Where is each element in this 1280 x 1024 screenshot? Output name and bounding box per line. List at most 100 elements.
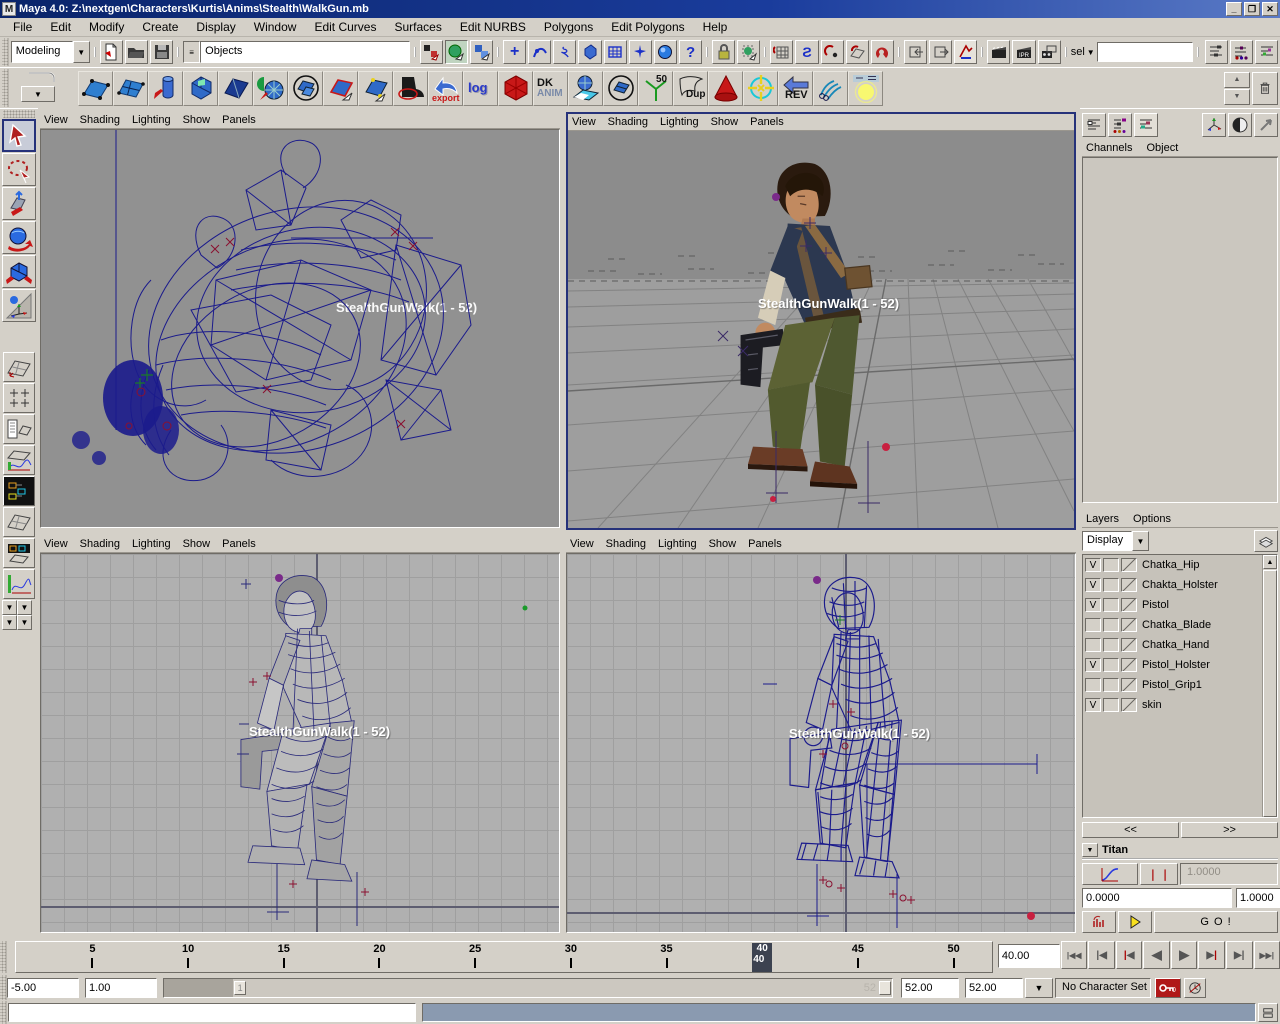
layer-playback-toggle[interactable] [1103, 698, 1119, 712]
shelf-dkanim-icon[interactable]: DKANIM [533, 71, 568, 106]
range-slider[interactable]: 1 52 [163, 978, 893, 998]
create-layer-button[interactable] [1254, 530, 1278, 552]
layer-color-swatch[interactable] [1121, 618, 1137, 632]
viewport-menu-item[interactable]: Shading [606, 537, 654, 551]
layer-visibility-toggle[interactable]: V [1085, 578, 1101, 592]
layer-color-swatch[interactable] [1121, 598, 1137, 612]
layer-mode-combo[interactable]: Display ▼ [1082, 531, 1149, 551]
layout-hypergraph-button[interactable] [3, 476, 35, 506]
scrollbar-thumb[interactable] [1263, 570, 1277, 817]
shelf-select-face-icon[interactable] [323, 71, 358, 106]
titan-collapse-icon[interactable]: ▼ [1082, 843, 1098, 857]
command-line-input[interactable] [8, 1003, 416, 1022]
time-slider[interactable]: 51015202530354045504040 [15, 941, 993, 973]
layer-playback-toggle[interactable] [1103, 658, 1119, 672]
construction-history-button[interactable] [954, 40, 977, 64]
auto-keyframe-button[interactable]: 0 [1155, 978, 1181, 998]
menu-item[interactable]: Display [187, 18, 244, 36]
render-current-frame-button[interactable] [987, 40, 1010, 64]
menu-item[interactable]: Create [133, 18, 187, 36]
current-frame-marker[interactable]: 4040 [752, 943, 772, 972]
layer-playback-toggle[interactable] [1103, 678, 1119, 692]
shelf-joint-50-icon[interactable]: 50 [638, 71, 673, 106]
select-component-button[interactable] [470, 40, 493, 64]
layer-row[interactable]: Vskin [1083, 695, 1262, 715]
titan-start-field[interactable] [1082, 888, 1232, 908]
layout-persp-button[interactable] [3, 507, 35, 537]
viewport-menu-item[interactable]: View [44, 113, 76, 127]
layer-playback-toggle[interactable] [1103, 638, 1119, 652]
lasso-tool[interactable] [2, 153, 36, 186]
layer-color-swatch[interactable] [1121, 578, 1137, 592]
scale-tool[interactable] [2, 255, 36, 288]
layer-row[interactable]: Chatka_Hand [1083, 635, 1262, 655]
viewport-menu-item[interactable]: Panels [222, 113, 264, 127]
layout-preset-4-button[interactable]: ▼ [17, 615, 32, 630]
shelf-script-icon[interactable] [813, 71, 848, 106]
viewport-menu-item[interactable]: Lighting [658, 537, 705, 551]
viewport-canvas-wireframe-side[interactable]: StealthGunWalk(1 - 52) [566, 553, 1076, 933]
show-attribute-editor-button[interactable] [1205, 40, 1228, 64]
layer-row[interactable]: VPistol [1083, 595, 1262, 615]
select-tool[interactable] [2, 119, 36, 152]
viewport-menu-item[interactable]: Show [711, 115, 747, 129]
channel-manip-on-button[interactable] [1134, 113, 1158, 137]
contrast-sphere-icon[interactable] [1228, 113, 1252, 137]
scroll-up-icon[interactable]: ▲ [1263, 555, 1277, 569]
layer-color-swatch[interactable] [1121, 678, 1137, 692]
menu-item[interactable]: Edit Curves [305, 18, 385, 36]
layout-single-pane-button[interactable] [3, 352, 35, 382]
layer-name[interactable]: Chakta_Holster [1139, 579, 1218, 591]
shelf-light-icon[interactable] [848, 71, 883, 106]
shelf-tab-selector[interactable]: ▼ [9, 70, 75, 106]
snap-grid-button[interactable] [770, 40, 793, 64]
mask-curves-button[interactable]: ২ [553, 40, 576, 64]
layer-name[interactable]: Pistol_Grip1 [1139, 679, 1202, 691]
shelf-poly-cube-icon[interactable] [183, 71, 218, 106]
show-channel-box-button[interactable] [1255, 40, 1278, 64]
filter-icon[interactable]: ≡ [183, 41, 200, 63]
shelf-log-icon[interactable]: log [463, 71, 498, 106]
quick-select-input[interactable] [1097, 42, 1193, 62]
current-time-field[interactable] [998, 944, 1060, 968]
mask-misc-button[interactable]: ? [679, 40, 702, 64]
layer-color-swatch[interactable] [1121, 638, 1137, 652]
highlight-selection-button[interactable] [737, 40, 760, 64]
mask-surfaces-button[interactable] [578, 40, 601, 64]
channel-box-menu-item[interactable]: Channels [1086, 142, 1132, 154]
menu-item[interactable]: File [4, 18, 41, 36]
chevron-down-icon[interactable]: ▼ [1132, 531, 1149, 551]
layer-row[interactable]: Pistol_Grip1 [1083, 675, 1262, 695]
toolbox-grip[interactable] [3, 110, 35, 118]
viewport-menu-item[interactable]: Lighting [132, 537, 179, 551]
channel-box-menu-item[interactable]: Object [1146, 142, 1178, 154]
viewport-menu-item[interactable]: Show [183, 537, 219, 551]
output-connections-button[interactable] [929, 40, 952, 64]
layer-menu-item[interactable]: Options [1133, 513, 1171, 525]
animation-end-field[interactable] [965, 978, 1023, 998]
select-arrow-icon[interactable] [1254, 113, 1278, 137]
mask-dynamics-button[interactable] [629, 40, 652, 64]
shelf-boot-icon[interactable] [393, 71, 428, 106]
layer-name[interactable]: Pistol [1139, 599, 1169, 611]
shelf-sphere-plane-icon[interactable] [568, 71, 603, 106]
viewport-canvas-wireframe-top[interactable]: StealthGunWalk(1 - 52) [40, 129, 560, 528]
layer-row[interactable]: VChatka_Hip [1083, 555, 1262, 575]
shelf-poly-split-icon[interactable] [218, 71, 253, 106]
play-backwards-button[interactable]: ◀ [1143, 941, 1170, 969]
play-forwards-button[interactable]: ▶ [1171, 941, 1198, 969]
layer-menu-item[interactable]: Layers [1086, 513, 1119, 525]
snap-point-button[interactable] [821, 40, 844, 64]
layer-playback-toggle[interactable] [1103, 578, 1119, 592]
viewport-menu-item[interactable]: Panels [748, 537, 790, 551]
layer-visibility-toggle[interactable]: V [1085, 658, 1101, 672]
time-grip[interactable] [0, 941, 7, 973]
shelf-combine-icon[interactable] [288, 71, 323, 106]
lock-selection-button[interactable] [712, 40, 735, 64]
layer-visibility-toggle[interactable] [1085, 638, 1101, 652]
select-hierarchy-button[interactable] [420, 40, 443, 64]
layout-four-pane-button[interactable] [3, 383, 35, 413]
shelf-smooth-icon[interactable] [253, 71, 288, 106]
collapse-right-button[interactable]: >> [1181, 822, 1278, 838]
viewport-menu-item[interactable]: Show [183, 113, 219, 127]
